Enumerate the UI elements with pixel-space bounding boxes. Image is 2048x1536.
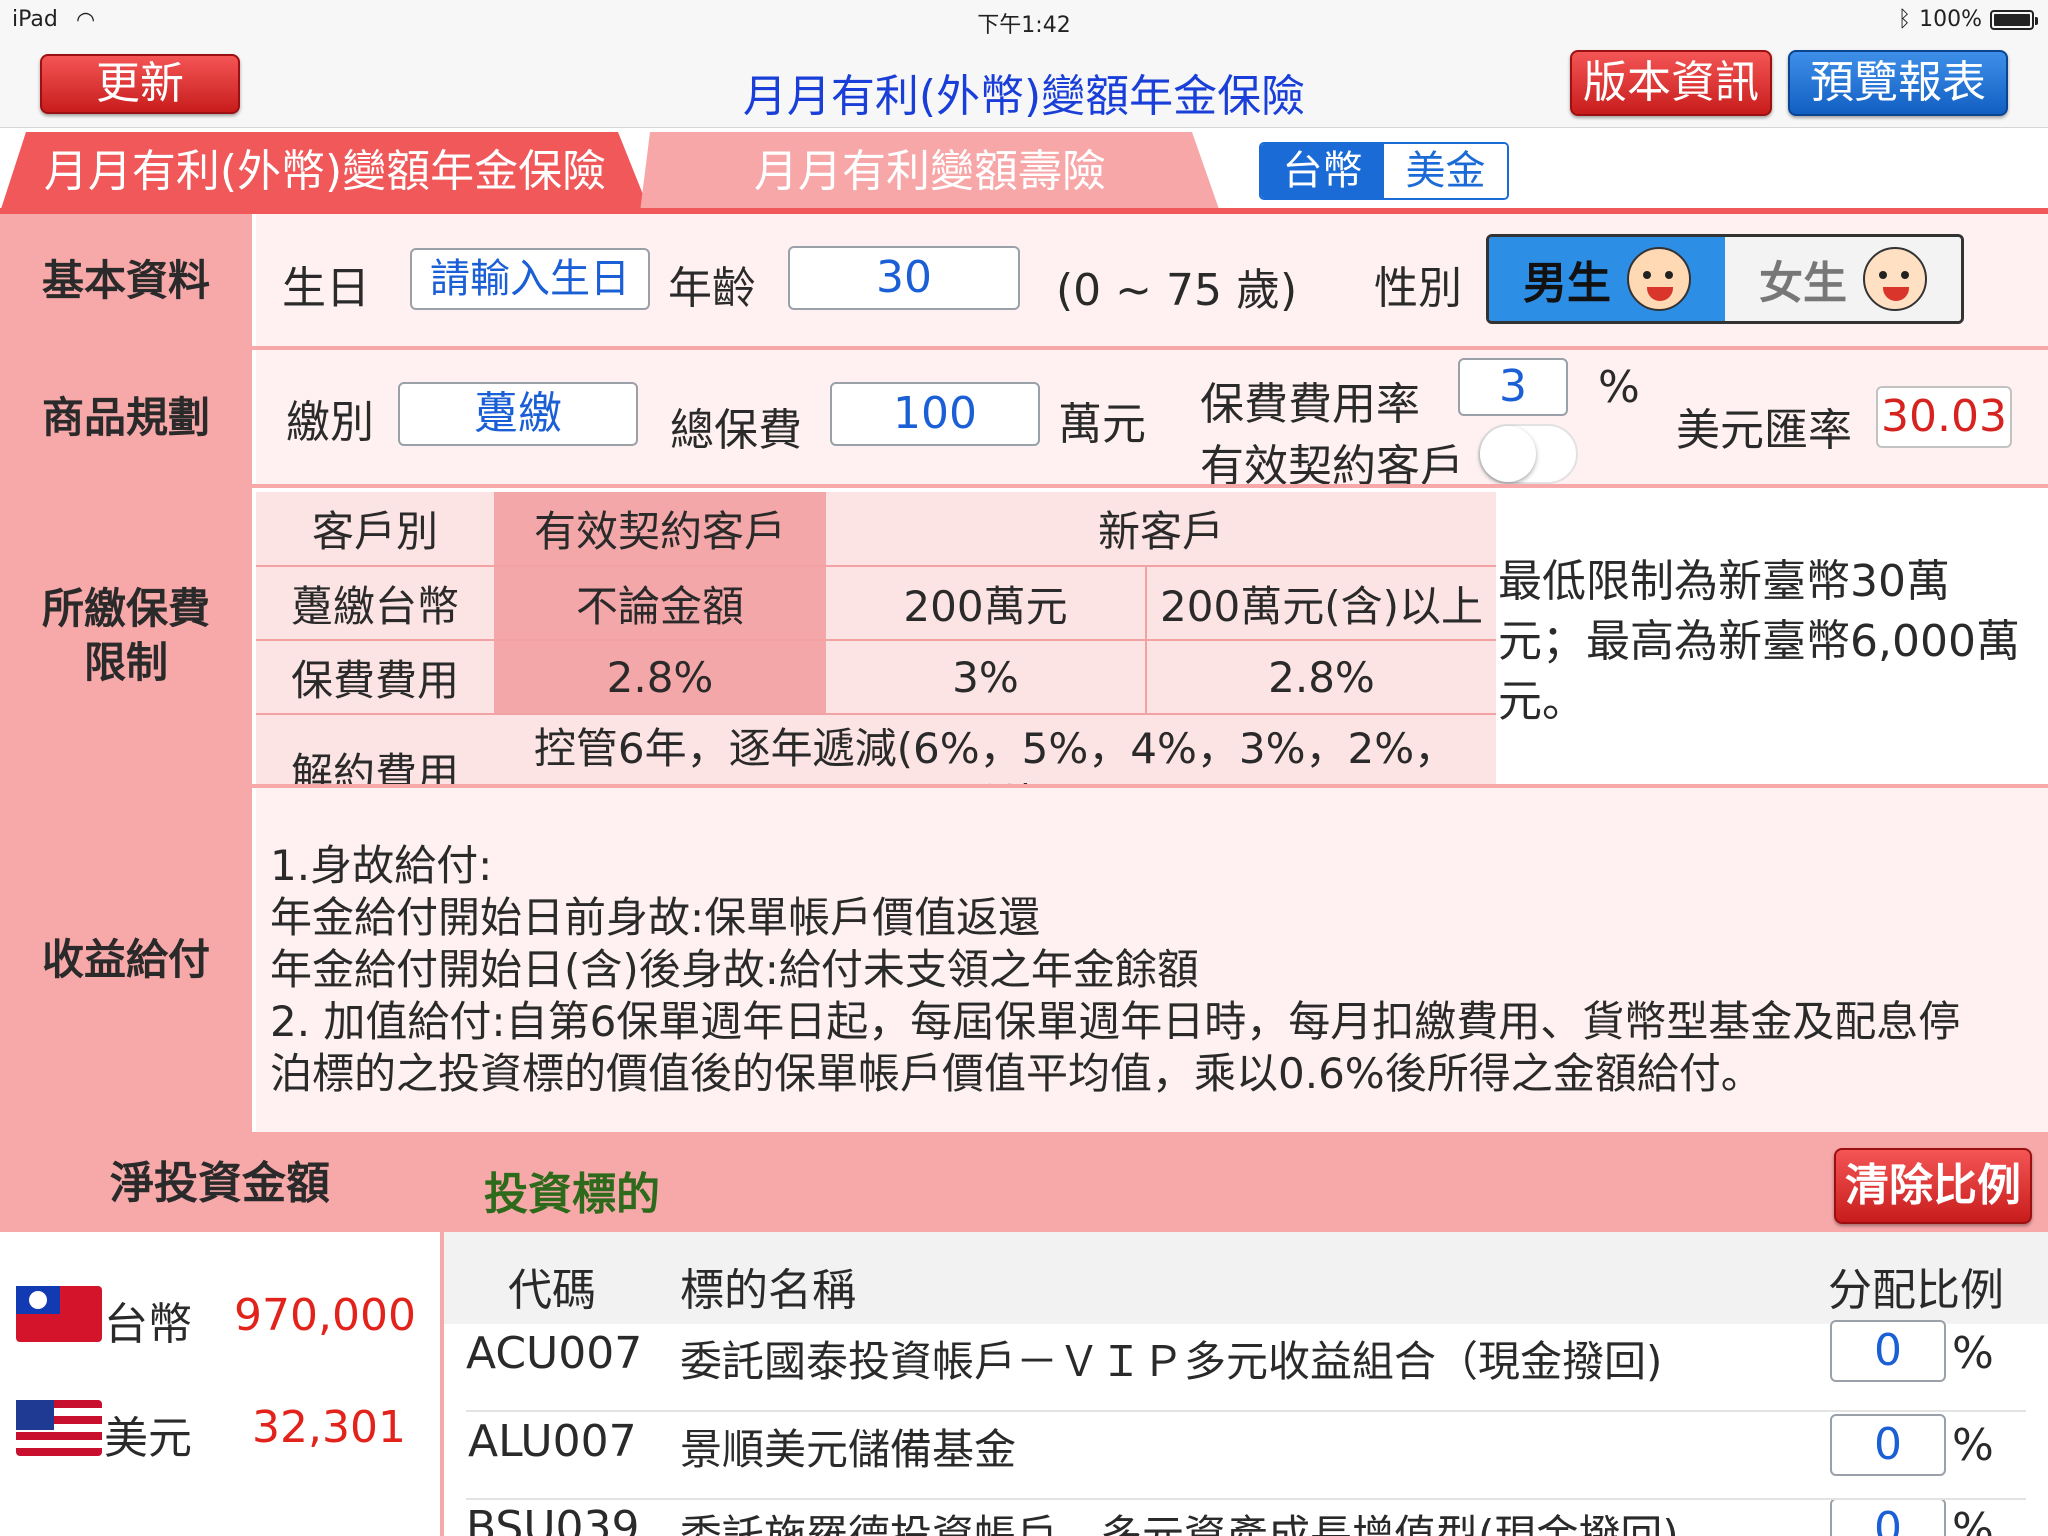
table-header-cell: 有效契約客戶 (494, 492, 826, 567)
currency-twd-option[interactable]: 台幣 (1261, 144, 1384, 198)
gender-label: 性別 (1374, 263, 1462, 314)
col-name-header: 標的名稱 (680, 1265, 856, 1316)
product-plan-label: 商品規劃 (0, 350, 252, 486)
fund-row: BSU039 委託施羅德投資帳戶—多元資產成長增值型(現金撥回) 0 % (466, 1500, 2026, 1536)
payment-type-label: 繳別 (286, 397, 374, 448)
fx-rate-value[interactable]: 30.03 (1876, 386, 2012, 448)
total-premium-input[interactable]: 100 (830, 382, 1040, 446)
gender-male-option[interactable]: 男生 (1489, 237, 1725, 321)
benefit-line: 年金給付開始日(含)後身故:給付未支領之年金餘額 (270, 945, 1199, 994)
total-premium-label: 總保費 (670, 405, 802, 456)
usa-flag-icon (16, 1400, 102, 1456)
age-input[interactable]: 30 (788, 246, 1020, 310)
table-row: 客戶別 有效契約客戶 新客戶 (256, 492, 1496, 567)
clear-ratio-button[interactable]: 清除比例 (1834, 1148, 2032, 1224)
fund-ratio-unit: % (1952, 1328, 1994, 1379)
tab-life-insurance[interactable]: 月月有利變額壽險 (640, 132, 1220, 212)
birthday-input[interactable]: 請輸入生日 (410, 248, 650, 310)
toggle-knob (1480, 426, 1536, 482)
gender-male-label: 男生 (1523, 258, 1611, 309)
product-tabs: 月月有利(外幣)變額年金保險 月月有利變額壽險 台幣 美金 (0, 128, 2048, 212)
nav-bar: 更新 月月有利(外幣)變額年金保險 版本資訊 預覽報表 (0, 40, 2048, 128)
tab-annuity[interactable]: 月月有利(外幣)變額年金保險 (0, 132, 650, 212)
fund-code: ACU007 (466, 1328, 643, 1379)
gender-female-label: 女生 (1759, 258, 1847, 309)
premium-unit: 萬元 (1058, 399, 1146, 450)
table-row: 保費費用 2.8% 3% 2.8% (256, 640, 1496, 715)
fund-ratio-input[interactable]: 0 (1830, 1414, 1946, 1476)
version-info-button[interactable]: 版本資訊 (1570, 50, 1772, 116)
investment-header: 投資標的 清除比例 (444, 1136, 2048, 1232)
clock: 下午1:42 (977, 13, 1071, 38)
net-investment-header: 淨投資金額 (0, 1136, 440, 1232)
bluetooth-icon: ᛒ (1897, 7, 1912, 32)
boy-face-icon (1627, 247, 1691, 311)
girl-face-icon (1863, 247, 1927, 311)
net-twd-value: 970,000 (234, 1290, 416, 1341)
fund-ratio-unit: % (1952, 1504, 1994, 1536)
premium-limit-note: 最低限制為新臺幣30萬元；最高為新臺幣6,000萬元。 (1498, 556, 2020, 727)
col-ratio-header: 分配比例 (1828, 1265, 2004, 1316)
basic-info-label: 基本資料 (0, 214, 252, 348)
net-twd-label: 台幣 (104, 1299, 192, 1350)
col-code-header: 代碼 (508, 1265, 596, 1316)
fund-name: 委託國泰投資帳戶－ＶＩＰ多元收益組合（現金撥回) (680, 1337, 1663, 1386)
investment-title: 投資標的 (484, 1169, 660, 1220)
table-cell: 200萬元(含)以上 (1145, 566, 1496, 641)
currency-segmented-control: 台幣 美金 (1259, 142, 1509, 200)
fee-rate-input[interactable]: 3 (1458, 358, 1568, 416)
investment-column-header: 代碼 標的名稱 分配比例 (444, 1232, 2048, 1324)
fund-ratio-unit: % (1952, 1420, 1994, 1471)
fund-name: 委託施羅德投資帳戶—多元資產成長增值型(現金撥回) (680, 1511, 1679, 1536)
table-header-cell: 新客戶 (826, 492, 1496, 567)
premium-limit-label: 所繳保費限制 (0, 488, 252, 784)
taiwan-flag-icon (16, 1286, 102, 1342)
table-cell: 不論金額 (494, 566, 826, 641)
table-cell: 2.8% (1145, 640, 1496, 715)
age-label: 年齡 (668, 263, 756, 314)
benefit-description: 1.身故給付: 年金給付開始日前身故:保單帳戶價值返還 年金給付開始日(含)後身… (270, 840, 1960, 1100)
fund-row: ACU007 委託國泰投資帳戶－ＶＩＰ多元收益組合（現金撥回) 0 % (466, 1320, 2026, 1412)
payment-type-select[interactable]: 躉繳 (398, 382, 638, 446)
age-range-text: (0 ~ 75 歲) (1056, 265, 1298, 316)
valid-client-toggle[interactable] (1478, 424, 1578, 484)
status-bar: iPad ◠ 下午1:42 ᛒ 100% (0, 0, 2048, 40)
fund-code: BSU039 (466, 1502, 640, 1536)
table-cell: 保費費用 (256, 640, 494, 715)
gender-selector: 男生 女生 (1486, 234, 1964, 324)
net-investment-panel: 台幣 970,000 美元 32,301 (0, 1232, 440, 1536)
table-cell: 2.8% (494, 640, 826, 715)
fund-name: 景順美元儲備基金 (680, 1425, 1017, 1474)
fund-ratio-input[interactable]: 0 (1830, 1500, 1946, 1536)
net-usd-label: 美元 (104, 1413, 192, 1464)
fund-row: ALU007 景順美元儲備基金 0 % (466, 1412, 2026, 1500)
premium-limit-label-text: 所繳保費限制 (41, 584, 210, 687)
fund-ratio-input[interactable]: 0 (1830, 1320, 1946, 1382)
benefit-line: 泊標的之投資標的價值後的保單帳戶價值平均值，乘以0.6%後所得之金額給付。 (270, 1049, 1763, 1098)
battery-percent: 100% (1919, 7, 1982, 32)
fee-table: 客戶別 有效契約客戶 新客戶 躉繳台幣 不論金額 200萬元 200萬元(含)以… (256, 492, 1496, 825)
fee-rate-label: 保費費用率 (1200, 379, 1420, 430)
benefit-line: 年金給付開始日前身故:保單帳戶價值返還 (270, 893, 1041, 942)
table-cell: 躉繳台幣 (256, 566, 494, 641)
benefit-line: 2. 加值給付:自第6保單週年日起，每屆保單週年日時，每月扣繳費用、貨幣型基金及… (270, 997, 1961, 1046)
table-cell: 3% (826, 640, 1146, 715)
fx-rate-label: 美元匯率 (1676, 405, 1852, 456)
birthday-label: 生日 (282, 263, 370, 314)
net-usd-value: 32,301 (252, 1402, 406, 1453)
battery-icon (1990, 9, 2038, 30)
benefit-label: 收益給付 (0, 788, 252, 1132)
benefit-line: 1.身故給付: (270, 841, 493, 890)
fund-code: ALU007 (468, 1416, 637, 1467)
table-header-cell: 客戶別 (256, 492, 494, 567)
preview-report-button[interactable]: 預覽報表 (1788, 50, 2008, 116)
table-cell: 200萬元 (826, 566, 1146, 641)
gender-female-option[interactable]: 女生 (1725, 237, 1961, 321)
table-row: 躉繳台幣 不論金額 200萬元 200萬元(含)以上 (256, 566, 1496, 641)
currency-usd-option[interactable]: 美金 (1384, 144, 1507, 198)
fee-rate-unit: % (1598, 362, 1640, 413)
status-right: ᛒ 100% (1897, 7, 2038, 32)
